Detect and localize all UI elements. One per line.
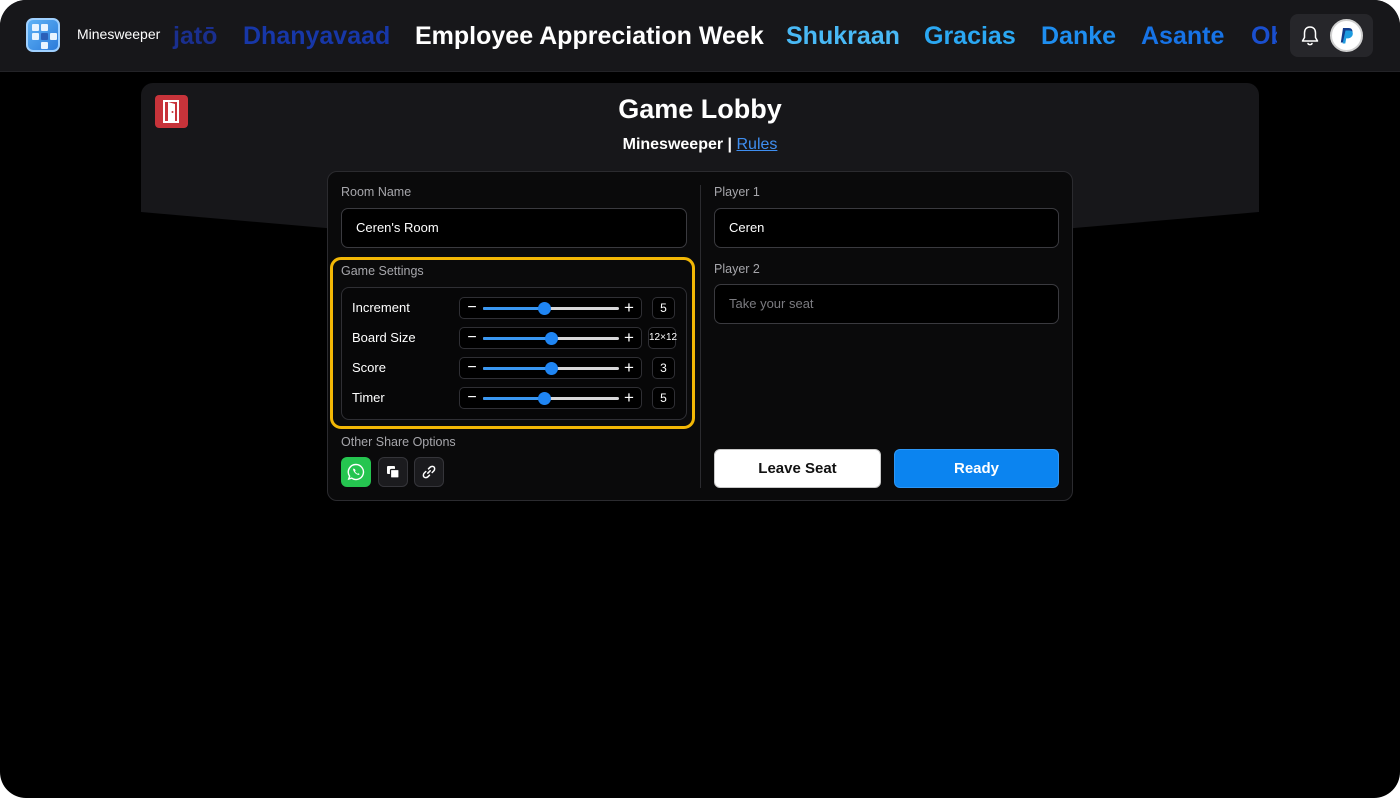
increment-button[interactable]: + (620, 298, 638, 318)
marquee-word: Shukraan (786, 22, 900, 50)
marquee-word: jatō (173, 22, 218, 50)
marquee-word: Asante (1141, 22, 1225, 50)
slider-track[interactable] (483, 362, 619, 375)
player1-field: Ceren (714, 208, 1059, 248)
setting-label: Board Size (352, 330, 416, 345)
setting-label: Increment (352, 300, 410, 315)
top-bar: Minesweeper jatō Dhanyavaad Employee Appre… (0, 0, 1400, 72)
marquee-word: Employee Appreciation Week (415, 22, 764, 50)
decrement-button[interactable]: − (463, 298, 481, 318)
lobby-subtitle: Minesweeper | Rules (0, 136, 1400, 154)
decrement-button[interactable]: − (463, 358, 481, 378)
slider-track[interactable] (483, 332, 619, 345)
marquee-word: Ob (1251, 22, 1277, 50)
share-link-button[interactable] (414, 457, 444, 487)
player1-label: Player 1 (714, 185, 760, 199)
app-name: Minesweeper (77, 26, 161, 42)
header-actions (1290, 14, 1373, 57)
share-copy-button[interactable] (378, 457, 408, 487)
game-settings-label: Game Settings (341, 264, 424, 278)
marquee-word: Gracias (924, 22, 1016, 50)
player2-label: Player 2 (714, 262, 760, 276)
share-options-label: Other Share Options (341, 435, 456, 449)
slider-fill (483, 367, 551, 370)
increment-button[interactable]: + (620, 388, 638, 408)
increment-button[interactable]: + (620, 328, 638, 348)
slider-track[interactable] (483, 302, 619, 315)
whatsapp-icon (347, 463, 365, 481)
setting-value: 12×12 (648, 327, 677, 349)
leave-seat-button[interactable]: Leave Seat (714, 449, 881, 488)
setting-slider[interactable]: − + (459, 297, 642, 319)
setting-slider[interactable]: − + (459, 387, 642, 409)
setting-slider[interactable]: − + (459, 327, 642, 349)
decrement-button[interactable]: − (463, 388, 481, 408)
game-name: Minesweeper (622, 136, 724, 153)
setting-value: 5 (652, 297, 675, 319)
increment-button[interactable]: + (620, 358, 638, 378)
rules-link[interactable]: Rules (736, 136, 777, 153)
share-whatsapp-button[interactable] (341, 457, 371, 487)
player2-take-seat-field[interactable]: Take your seat (714, 284, 1059, 324)
app-window: Minesweeper jatō Dhanyavaad Employee Appre… (0, 0, 1400, 798)
appreciation-marquee: jatō Dhanyavaad Employee Appreciation Week… (170, 0, 1277, 72)
marquee-word: Danke (1041, 22, 1117, 50)
copy-icon (387, 466, 400, 479)
decrement-button[interactable]: − (463, 328, 481, 348)
subtitle-separator: | (727, 136, 733, 153)
avatar[interactable] (1330, 19, 1363, 52)
slider-thumb[interactable] (538, 302, 552, 315)
setting-value: 5 (652, 387, 675, 409)
room-name-input[interactable]: Ceren's Room (341, 208, 687, 248)
card-divider (700, 185, 701, 488)
ready-button[interactable]: Ready (894, 449, 1059, 488)
minesweeper-logo-icon[interactable] (26, 18, 60, 52)
slider-thumb[interactable] (545, 362, 558, 375)
paypal-p-logo-icon (1333, 22, 1360, 49)
room-name-label: Room Name (341, 185, 412, 199)
slider-track[interactable] (483, 392, 619, 405)
slider-thumb[interactable] (545, 332, 558, 345)
setting-value: 3 (652, 357, 675, 379)
slider-fill (483, 337, 551, 340)
setting-label: Score (352, 360, 386, 375)
setting-slider[interactable]: − + (459, 357, 642, 379)
link-icon (422, 465, 436, 479)
slider-thumb[interactable] (538, 392, 552, 405)
setting-label: Timer (352, 390, 385, 405)
slider-fill (483, 307, 545, 310)
marquee-word: Dhanyavaad (243, 22, 391, 50)
page-title: Game Lobby (618, 94, 782, 124)
bell-icon[interactable] (1300, 25, 1320, 47)
slider-fill (483, 397, 545, 400)
